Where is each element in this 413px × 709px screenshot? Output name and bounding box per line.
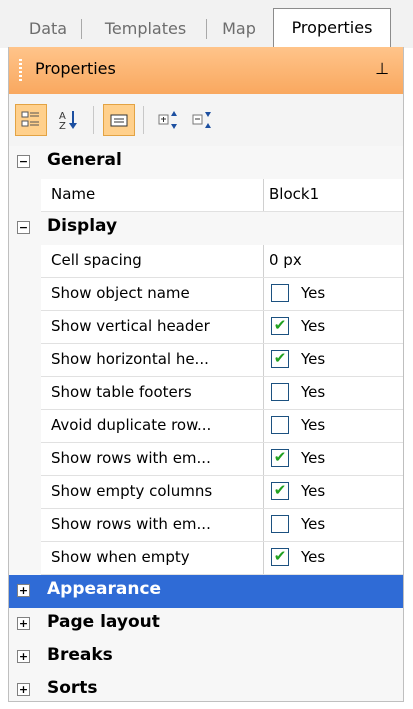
category-general[interactable]: − General [9,146,403,179]
property-name: Show rows with em... [51,449,211,467]
checkbox-label: Yes [301,449,326,467]
category-label: General [47,150,122,170]
property-name: Cell spacing [51,251,142,269]
category-sorts[interactable]: + Sorts [9,674,403,707]
checkbox-label: Yes [301,383,326,401]
property-name: Name [51,185,96,203]
checkbox-label: Yes [301,515,326,533]
category-label: Display [47,216,118,236]
property-row[interactable]: Show rows with em... ✔ Yes [9,443,403,476]
tab-templates[interactable]: Templates [88,15,207,43]
property-value[interactable]: Block1 [269,185,319,203]
property-row[interactable]: Show object name Yes [9,278,403,311]
collapse-icon[interactable]: − [17,221,30,234]
checkbox[interactable] [271,383,289,401]
pin-icon[interactable]: ⊥ [375,59,389,78]
category-display[interactable]: − Display [9,212,403,245]
property-name: Show rows with em... [51,515,211,533]
category-label: Page layout [47,612,160,632]
property-pages-icon [110,114,128,127]
property-name: Show when empty [51,548,190,566]
sort-az-icon: A Z [59,111,77,131]
svg-text:Z: Z [59,121,66,131]
toolbar-separator [143,106,144,134]
checkbox-label: Yes [301,482,326,500]
property-row[interactable]: Show when empty ✔ Yes [9,542,403,575]
property-row[interactable]: Show rows with em... Yes [9,509,403,542]
property-row-cell-spacing[interactable]: Cell spacing 0 px [9,245,403,278]
checkbox[interactable]: ✔ [271,482,289,500]
checkbox[interactable]: ✔ [271,350,289,368]
expand-all-button[interactable] [153,104,185,136]
categorized-icon [21,111,39,127]
collapse-all-button[interactable] [187,104,219,136]
category-page-layout[interactable]: + Page layout [9,608,403,641]
property-row[interactable]: Show horizontal he... ✔ Yes [9,344,403,377]
tab-properties[interactable]: Properties [273,8,391,48]
property-row[interactable]: Avoid duplicate row... Yes [9,410,403,443]
checkbox[interactable] [271,515,289,533]
expand-icon[interactable]: + [17,683,30,696]
checkbox-label: Yes [301,548,326,566]
property-grid: − General Name Block1 − Display Cell spa… [8,146,404,702]
property-name: Show horizontal he... [51,350,209,368]
expand-icon[interactable]: + [17,617,30,630]
property-value[interactable]: 0 px [269,251,302,269]
category-appearance[interactable]: + Appearance [9,575,403,608]
category-label: Appearance [47,579,162,599]
panel-title: Properties [35,59,116,78]
checkbox[interactable]: ✔ [271,548,289,566]
panel-header: Properties ⊥ [8,47,404,94]
alphabetical-sort-button[interactable]: A Z [53,104,85,136]
property-name: Show vertical header [51,317,210,335]
checkbox[interactable] [271,284,289,302]
property-row[interactable]: Show empty columns ✔ Yes [9,476,403,509]
property-row[interactable]: Show table footers Yes [9,377,403,410]
tab-data[interactable]: Data [18,15,82,43]
property-row-name[interactable]: Name Block1 [9,179,403,212]
property-name: Show object name [51,284,190,302]
checkbox-label: Yes [301,284,326,302]
property-name: Show empty columns [51,482,213,500]
category-breaks[interactable]: + Breaks [9,641,403,674]
expand-all-icon [158,111,177,129]
checkbox-label: Yes [301,350,326,368]
expand-icon[interactable]: + [17,584,30,597]
property-pages-button[interactable] [103,104,135,136]
property-name: Avoid duplicate row... [51,416,212,434]
categorized-view-button[interactable] [15,104,47,136]
collapse-icon[interactable]: − [17,155,30,168]
checkbox[interactable]: ✔ [271,317,289,335]
checkbox[interactable]: ✔ [271,449,289,467]
property-row[interactable]: Show vertical header ✔ Yes [9,311,403,344]
properties-toolbar: A Z [8,94,404,146]
category-label: Sorts [47,678,98,698]
collapse-all-icon [192,112,211,128]
checkbox-label: Yes [301,416,326,434]
checkbox-label: Yes [301,317,326,335]
property-name: Show table footers [51,383,192,401]
tab-bar: Data Templates Map Properties [0,0,413,48]
toolbar-separator [93,106,94,134]
category-label: Breaks [47,645,113,665]
tab-map[interactable]: Map [210,15,268,43]
expand-icon[interactable]: + [17,650,30,663]
drag-grip-icon[interactable] [19,59,22,81]
checkbox[interactable] [271,416,289,434]
